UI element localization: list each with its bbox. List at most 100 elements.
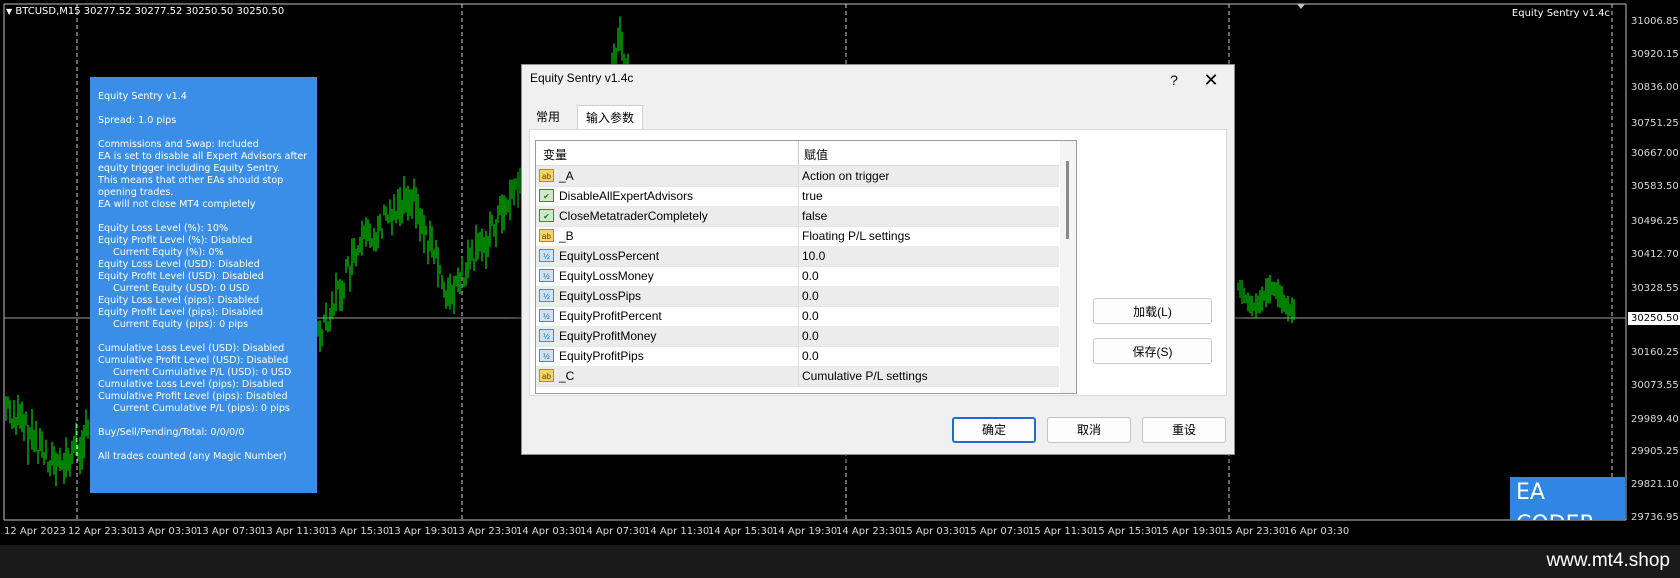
info-line: Current Equity (%): 0% (113, 247, 224, 258)
table-row[interactable]: ab _A Action on trigger (536, 166, 1059, 187)
info-line: equity trigger including Equity Sentry. (98, 163, 280, 174)
info-line (98, 211, 309, 223)
time-tick-label: 14 Apr 23:30 (836, 526, 902, 537)
bool-type-icon: ✔ (539, 189, 554, 202)
info-line: Current Cumulative P/L (USD): 0 USD (113, 367, 292, 378)
ea-name-label: Equity Sentry v1.4c (1511, 8, 1610, 19)
chart-symbol-header: ▼ BTCUSD,M15 30277.52 30277.52 30250.50 … (6, 6, 285, 17)
shift-marker[interactable] (1297, 4, 1305, 9)
footer-bar: www.mt4.shop (0, 545, 1680, 578)
table-row[interactable]: ½ EquityProfitMoney 0.0 (536, 326, 1059, 347)
price-tick-label: 29905.25 (1631, 446, 1679, 457)
table-row[interactable]: ✔ CloseMetatraderCompletely false (536, 206, 1059, 227)
price-tick-label: 30073.55 (1631, 380, 1679, 391)
column-value[interactable]: 赋值 (804, 146, 828, 163)
time-tick-label: 14 Apr 11:30 (644, 526, 710, 537)
info-line: Current Equity (USD): 0 USD (113, 283, 250, 294)
table-row[interactable]: ab _B Floating P/L settings (536, 226, 1059, 247)
double-type-icon: ½ (539, 249, 554, 262)
price-tick-label: 29736.95 (1631, 512, 1679, 523)
scrollbar-thumb[interactable] (1066, 161, 1069, 239)
variable-name: _B (559, 229, 574, 243)
vertical-scrollbar[interactable] (1060, 141, 1076, 393)
table-row[interactable]: ½ EquityLossMoney 0.0 (536, 266, 1059, 287)
variable-value[interactable]: 10.0 (802, 249, 825, 263)
symbol-quote: BTCUSD,M15 30277.52 30277.52 30250.50 30… (15, 6, 285, 17)
close-icon[interactable]: ✕ (1197, 68, 1225, 92)
table-row[interactable]: ab _C Cumulative P/L settings (536, 366, 1059, 387)
variable-name: _C (559, 369, 575, 383)
double-type-icon: ½ (539, 329, 554, 342)
info-line: Current Cumulative P/L (pips): 0 pips (113, 403, 290, 414)
input-parameters-table[interactable]: 变量 赋值 ab _A Action on trigger ✔ DisableAllEx… (535, 140, 1077, 394)
bool-type-icon: ✔ (539, 209, 554, 222)
price-tick-label: 29821.10 (1631, 479, 1679, 490)
price-tick-label: 30920.15 (1631, 49, 1679, 60)
equity-info-panel: Equity Sentry v1.4 Spread: 1.0 pips Commis… (90, 77, 317, 493)
info-line: Equity Loss Level (pips): Disabled (98, 295, 260, 306)
column-variable[interactable]: 变量 (543, 146, 567, 163)
variable-value[interactable]: Action on trigger (802, 169, 889, 183)
info-line: EA is set to disable all Expert Advisors… (98, 151, 308, 162)
save-button[interactable]: 保存(S) (1093, 338, 1212, 364)
table-row[interactable]: ½ EquityProfitPercent 0.0 (536, 306, 1059, 327)
footer-url[interactable]: www.mt4.shop (1546, 550, 1670, 572)
variable-name: EquityProfitPercent (559, 309, 662, 323)
cancel-button[interactable]: 取消 (1047, 417, 1131, 443)
info-line: opening trades. (98, 187, 174, 198)
variable-value[interactable]: false (802, 209, 827, 223)
time-tick-label: 14 Apr 03:30 (516, 526, 582, 537)
double-type-icon: ½ (539, 269, 554, 282)
info-line (98, 127, 309, 139)
variable-value[interactable]: true (802, 189, 823, 203)
info-line: Equity Loss Level (USD): Disabled (98, 259, 260, 270)
logo-text: EA CODER (1516, 480, 1595, 520)
time-tick-label: 14 Apr 15:30 (708, 526, 774, 537)
properties-dialog: Equity Sentry v1.4c ? ✕ 常用 输入参数 变量 赋值 ab… (521, 64, 1235, 455)
tab-inputs[interactable]: 输入参数 (577, 105, 644, 131)
info-line: Cumulative Profit Level (USD): Disabled (98, 355, 289, 366)
string-type-icon: ab (539, 169, 554, 182)
price-tick-label: 29989.40 (1631, 414, 1679, 425)
info-line: All trades counted (any Magic Number) (98, 451, 287, 462)
table-row[interactable]: ✔ DisableAllExpertAdvisors true (536, 186, 1059, 207)
help-icon[interactable]: ? (1162, 68, 1186, 92)
variable-value[interactable]: 0.0 (802, 309, 819, 323)
info-line: Cumulative Loss Level (USD): Disabled (98, 343, 285, 354)
info-line: EA will not close MT4 completely (98, 199, 256, 210)
variable-name: _A (559, 169, 574, 183)
info-line (98, 103, 309, 115)
price-tick-label: 30412.70 (1631, 249, 1679, 260)
string-type-icon: ab (539, 229, 554, 242)
variable-name: EquityLossMoney (559, 269, 654, 283)
table-row[interactable]: ½ EquityLossPercent 10.0 (536, 246, 1059, 267)
variable-name: EquityLossPercent (559, 249, 660, 263)
table-row[interactable]: ½ EquityProfitPips 0.0 (536, 346, 1059, 367)
variable-value[interactable]: Floating P/L settings (802, 229, 910, 243)
time-tick-label: 15 Apr 23:30 (1220, 526, 1286, 537)
variable-value[interactable]: 0.0 (802, 349, 819, 363)
info-line: Commissions and Swap: Included (98, 139, 259, 150)
info-lines: Equity Sentry v1.4 Spread: 1.0 pips Commis… (98, 91, 309, 463)
time-tick-label: 15 Apr 03:30 (900, 526, 966, 537)
info-line: Current Equity (pips): 0 pips (113, 319, 249, 330)
variable-value[interactable]: 0.0 (802, 289, 819, 303)
load-button[interactable]: 加载(L) (1093, 298, 1212, 324)
dialog-title: Equity Sentry v1.4c (530, 71, 634, 85)
ok-button[interactable]: 确定 (952, 417, 1036, 443)
tab-general[interactable]: 常用 (528, 105, 568, 129)
price-tick-label: 31006.85 (1631, 16, 1679, 27)
info-line: Equity Loss Level (%): 10% (98, 223, 229, 234)
info-line: Cumulative Loss Level (pips): Disabled (98, 379, 284, 390)
ea-coder-logo: EA CODER (1510, 477, 1625, 520)
price-tick-label: 30836.00 (1631, 82, 1679, 93)
variable-value[interactable]: 0.0 (802, 329, 819, 343)
double-type-icon: ½ (539, 289, 554, 302)
info-line: This means that other EAs should stop (98, 175, 284, 186)
time-tick-label: 13 Apr 11:30 (260, 526, 326, 537)
variable-value[interactable]: 0.0 (802, 269, 819, 283)
reset-button[interactable]: 重设 (1142, 417, 1226, 443)
table-row[interactable]: ½ EquityLossPips 0.0 (536, 286, 1059, 307)
price-tick-label: 30583.50 (1631, 181, 1679, 192)
variable-value[interactable]: Cumulative P/L settings (802, 369, 928, 383)
